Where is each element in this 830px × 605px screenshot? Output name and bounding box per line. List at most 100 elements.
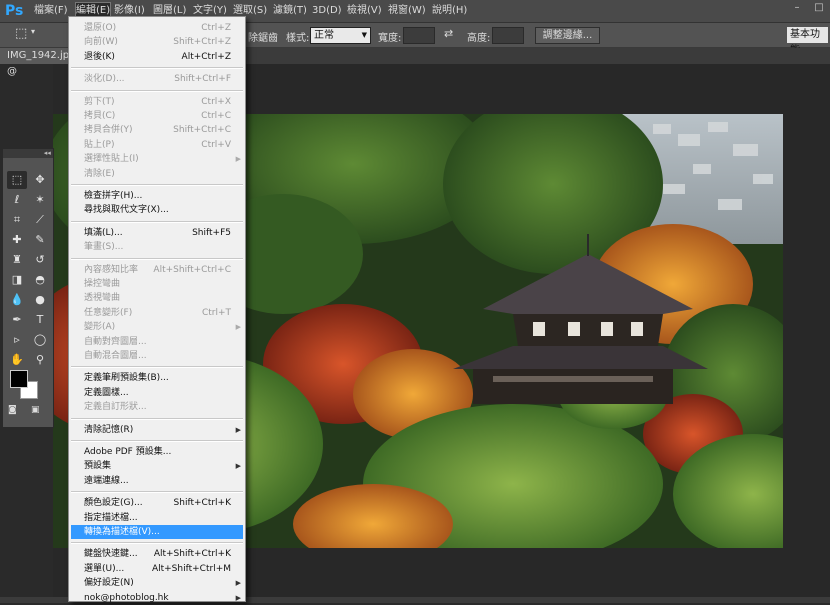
menu-item-label: 預設集 <box>84 461 112 472</box>
menu-6[interactable]: 濾鏡(T) <box>273 4 307 18</box>
menu-item-label: 退後(K) <box>84 51 115 62</box>
swap-arrows-icon[interactable]: ⇄ <box>444 27 453 40</box>
chevron-down-icon[interactable]: ▾ <box>31 27 35 36</box>
submenu-arrow-icon: ▶ <box>235 155 241 164</box>
menu-item-label: 選單(U)... <box>84 563 125 574</box>
healing-brush-icon[interactable]: ✚ <box>7 231 27 249</box>
edit-menu-item[interactable]: 透視彎曲 <box>69 291 245 305</box>
edit-menu-item[interactable]: 內容感知比率 Alt+Shift+Ctrl+C <box>69 263 245 277</box>
style-select[interactable]: 正常 ▼ <box>310 27 371 44</box>
menu-0[interactable]: 檔案(F) <box>34 4 68 18</box>
edit-menu-item[interactable]: 筆畫(S)... <box>69 240 245 254</box>
tools-panel-collapse-icon[interactable]: ◂◂ <box>3 149 53 158</box>
edit-menu-item[interactable]: 選單(U)... Alt+Shift+Ctrl+M <box>69 562 245 576</box>
minimize-button[interactable]: – <box>786 0 808 15</box>
edit-menu-item[interactable]: 定義圖樣... <box>69 386 245 400</box>
edit-menu-item[interactable]: 定義筆刷預設集(B)... <box>69 371 245 385</box>
menu-9[interactable]: 視窗(W) <box>388 4 426 18</box>
menu-item-shortcut: Ctrl+X <box>201 96 231 107</box>
edit-menu-item[interactable]: 遠端連線... <box>69 474 245 488</box>
menu-separator <box>71 542 243 545</box>
workspace-button[interactable]: 基本功能 <box>787 27 828 56</box>
edit-menu-item[interactable]: 貼上(P) Ctrl+V <box>69 138 245 152</box>
stamp-tool-icon[interactable]: ♜ <box>7 251 27 269</box>
width-input[interactable] <box>403 27 435 44</box>
edit-menu-item[interactable]: 自動對齊圖層... <box>69 335 245 349</box>
edit-menu-item[interactable]: 定義自訂形狀... <box>69 400 245 414</box>
refine-edge-button[interactable]: 調整邊緣... <box>535 27 600 44</box>
path-select-icon[interactable]: ▹ <box>7 331 27 349</box>
edit-menu-item[interactable]: 任意變形(F) Ctrl+T <box>69 306 245 320</box>
edit-menu-item[interactable]: 鍵盤快速鍵... Alt+Shift+Ctrl+K <box>69 547 245 561</box>
edit-menu-item[interactable]: 操控彎曲 <box>69 277 245 291</box>
edit-menu-item[interactable]: Adobe PDF 預設集... <box>69 445 245 459</box>
screen-mode-icon[interactable]: ▣ <box>31 405 40 415</box>
paint-bucket-icon[interactable]: ◓ <box>30 271 50 289</box>
zoom-tool-icon[interactable]: ⚲ <box>30 351 50 369</box>
foreground-color-swatch[interactable] <box>10 370 28 388</box>
menu-8[interactable]: 檢視(V) <box>347 4 382 18</box>
photoshop-logo: Ps <box>5 3 24 19</box>
menu-item-shortcut: Ctrl+V <box>201 139 231 150</box>
eraser-tool-icon[interactable]: ◨ <box>7 271 27 289</box>
edit-menu-item[interactable]: 拷貝合併(Y) Shift+Ctrl+C <box>69 123 245 137</box>
edit-menu-item[interactable]: 尋找與取代文字(X)... <box>69 203 245 217</box>
edit-menu-item[interactable]: 拷貝(C) Ctrl+C <box>69 109 245 123</box>
move-tool-icon[interactable]: ✥ <box>30 171 50 189</box>
menu-item-label: 筆畫(S)... <box>84 242 124 253</box>
edit-menu-item[interactable]: 剪下(T) Ctrl+X <box>69 95 245 109</box>
menu-item-label: nok@photoblog.hk <box>84 592 169 603</box>
style-label: 樣式: <box>286 33 310 44</box>
submenu-arrow-icon: ▶ <box>235 579 241 588</box>
dodge-tool-icon[interactable]: ● <box>30 291 50 309</box>
history-brush-icon[interactable]: ↺ <box>30 251 50 269</box>
pen-tool-icon[interactable]: ✒ <box>7 311 27 329</box>
menu-separator <box>71 366 243 369</box>
edit-menu-item[interactable]: 自動混合圖層... <box>69 349 245 363</box>
edit-menu-item[interactable]: 退後(K) Alt+Ctrl+Z <box>69 50 245 64</box>
edit-menu-item[interactable]: 變形(A) ▶ <box>69 320 245 334</box>
magic-wand-icon[interactable]: ✶ <box>30 191 50 209</box>
edit-menu-item[interactable]: 檢查拼字(H)... <box>69 189 245 203</box>
menu-7[interactable]: 3D(D) <box>312 4 342 18</box>
height-input[interactable] <box>492 27 524 44</box>
brush-tool-icon[interactable]: ✎ <box>30 231 50 249</box>
crop-tool-icon[interactable]: ⌗ <box>7 211 27 229</box>
edit-menu-item[interactable]: 淡化(D)... Shift+Ctrl+F <box>69 72 245 86</box>
edit-menu-item[interactable]: 清除(E) <box>69 167 245 181</box>
menu-10[interactable]: 說明(H) <box>432 4 467 18</box>
quick-mask-icon[interactable]: ◙ <box>8 405 17 415</box>
type-tool-icon[interactable]: T <box>30 311 50 329</box>
document-tab[interactable]: IMG_1942.jpg @ <box>0 48 77 77</box>
marquee-tool-icon[interactable]: ⬚ <box>7 171 27 189</box>
eyedropper-icon[interactable]: ⟋ <box>30 211 50 229</box>
submenu-arrow-icon: ▶ <box>235 462 241 471</box>
menu-item-label: 任意變形(F) <box>84 307 133 318</box>
menu-item-shortcut: Shift+Ctrl+C <box>173 125 231 136</box>
edit-menu-item[interactable]: nok@photoblog.hk ▶ <box>69 591 245 605</box>
edit-menu-item[interactable]: 向前(W) Shift+Ctrl+Z <box>69 35 245 49</box>
edit-menu-item[interactable]: 填滿(L)... Shift+F5 <box>69 226 245 240</box>
lasso-tool-icon[interactable]: ℓ <box>7 191 27 209</box>
marquee-preset-icon[interactable]: ⬚ <box>15 26 27 41</box>
menu-item-shortcut: Shift+Ctrl+K <box>173 498 231 509</box>
menu-item-label: 選擇性貼上(I) <box>84 154 139 165</box>
restore-button[interactable]: □ <box>808 0 830 15</box>
edit-menu-item[interactable]: 轉換為描述檔(V)... <box>71 525 243 539</box>
edit-menu-item[interactable]: 指定描述檔... <box>69 511 245 525</box>
edit-menu-item[interactable]: 顏色設定(G)... Shift+Ctrl+K <box>69 496 245 510</box>
menu-item-label: 指定描述檔... <box>84 512 138 523</box>
edit-menu-item[interactable]: 選擇性貼上(I) ▶ <box>69 152 245 166</box>
edit-menu-item[interactable]: 清除記憶(R) ▶ <box>69 423 245 437</box>
edit-menu-item[interactable]: 預設集 ▶ <box>69 459 245 473</box>
edit-menu-item[interactable]: 偏好設定(N) ▶ <box>69 576 245 590</box>
shape-tool-icon[interactable]: ◯ <box>30 331 50 349</box>
hand-tool-icon[interactable]: ✋ <box>7 351 27 369</box>
menu-item-label: 鍵盤快速鍵... <box>84 549 138 560</box>
blur-tool-icon[interactable]: 💧 <box>7 291 27 309</box>
menu-item-label: 自動混合圖層... <box>84 351 147 361</box>
menu-separator <box>71 184 243 186</box>
menu-item-shortcut: Alt+Shift+Ctrl+C <box>153 264 231 275</box>
edit-menu-item[interactable]: 還原(O) Ctrl+Z <box>69 21 245 35</box>
menu-separator <box>71 220 243 223</box>
